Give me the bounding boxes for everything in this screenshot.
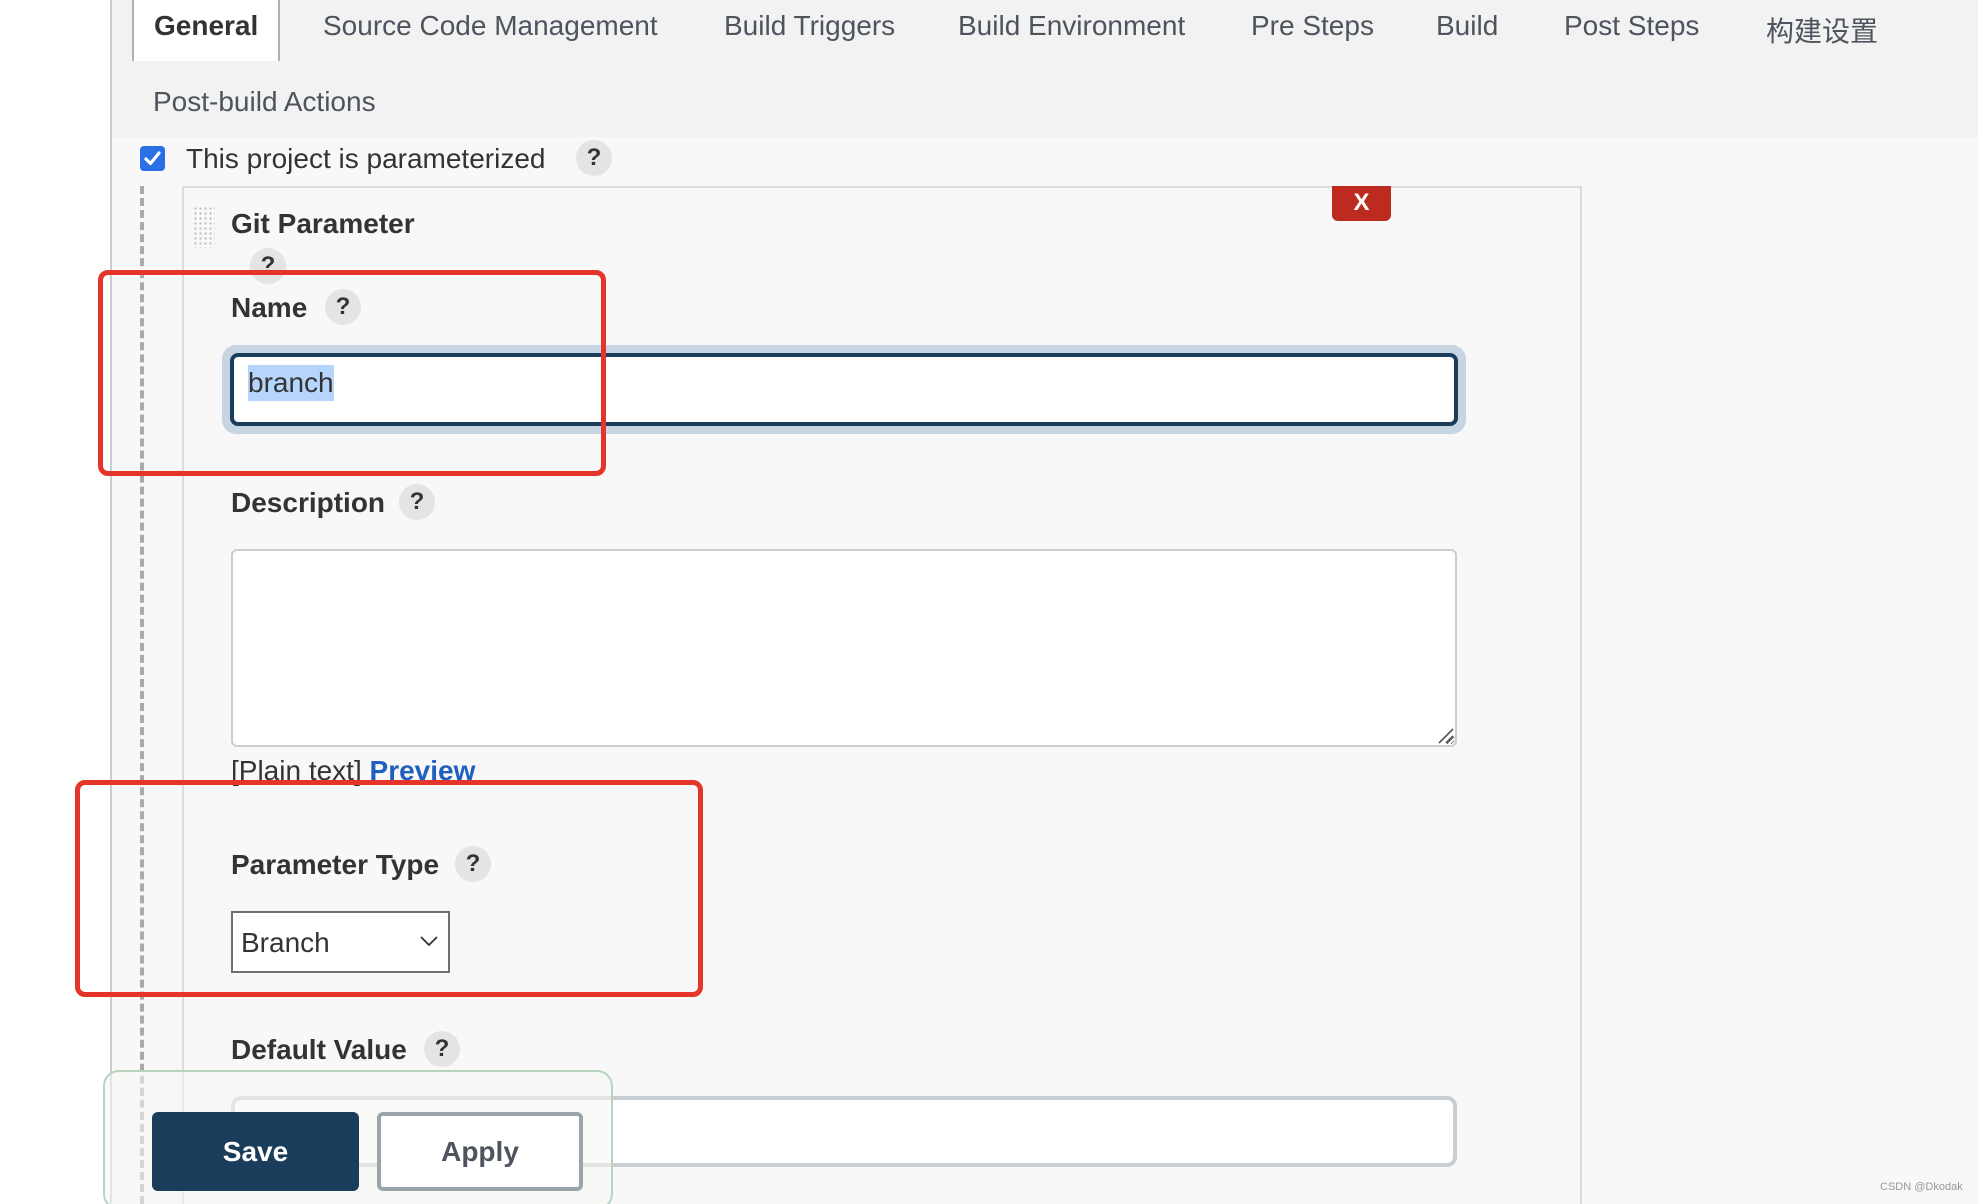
save-button[interactable]: Save [152,1112,359,1191]
help-icon-default-value[interactable]: ? [424,1031,460,1067]
page-left-margin [0,0,110,1204]
tab-source-code-management[interactable]: Source Code Management [323,10,658,42]
preview-link[interactable]: Preview [370,755,476,786]
config-tabbar: General Source Code Management Build Tri… [112,0,1978,137]
help-icon-git-parameter[interactable]: ? [250,248,286,284]
description-textarea[interactable] [231,549,1457,747]
parameterized-label: This project is parameterized [186,143,546,174]
tab-post-steps[interactable]: Post Steps [1564,10,1699,42]
parameterized-checkbox[interactable] [140,146,165,171]
name-input-focus-ring: branch [222,345,1466,434]
parameter-type-label: Parameter Type [231,849,440,880]
watermark: CSDN @Dkodak [1880,1181,1963,1193]
default-value-label: Default Value [231,1034,407,1065]
help-icon-description[interactable]: ? [399,484,435,520]
checkmark-icon [144,151,161,166]
tab-general[interactable]: General [132,0,281,61]
tab-build-triggers[interactable]: Build Triggers [724,10,895,42]
apply-button[interactable]: Apply [377,1112,583,1191]
nesting-guide-line [140,186,144,1204]
git-parameter-title: Git Parameter [231,208,415,239]
chevron-down-icon [420,936,438,947]
tab-build[interactable]: Build [1436,10,1498,42]
parameter-type-select[interactable]: Branch [231,911,450,973]
name-label: Name [231,292,308,323]
name-input[interactable] [230,353,1458,426]
help-icon-parameterized[interactable]: ? [576,140,612,176]
tab-post-build-actions[interactable]: Post-build Actions [153,86,376,118]
plain-text-note: [Plain text] [231,755,362,786]
help-icon-parameter-type[interactable]: ? [455,846,491,882]
parameter-type-selected: Branch [241,927,330,958]
description-label: Description [231,487,386,518]
drag-handle-icon[interactable] [193,206,215,248]
resize-grip-icon[interactable] [1438,728,1454,744]
tab-build-settings[interactable]: 构建设置 [1766,10,1878,50]
config-main: General Source Code Management Build Tri… [110,0,1978,1204]
description-format: [Plain text] Preview [231,755,475,787]
tab-build-environment[interactable]: Build Environment [958,10,1185,42]
git-parameter-panel: Git Parameter X ? Name ? branch Descript… [182,186,1582,1204]
delete-parameter-button[interactable]: X [1332,186,1391,221]
help-icon-name[interactable]: ? [325,289,361,325]
tab-pre-steps[interactable]: Pre Steps [1251,10,1374,42]
